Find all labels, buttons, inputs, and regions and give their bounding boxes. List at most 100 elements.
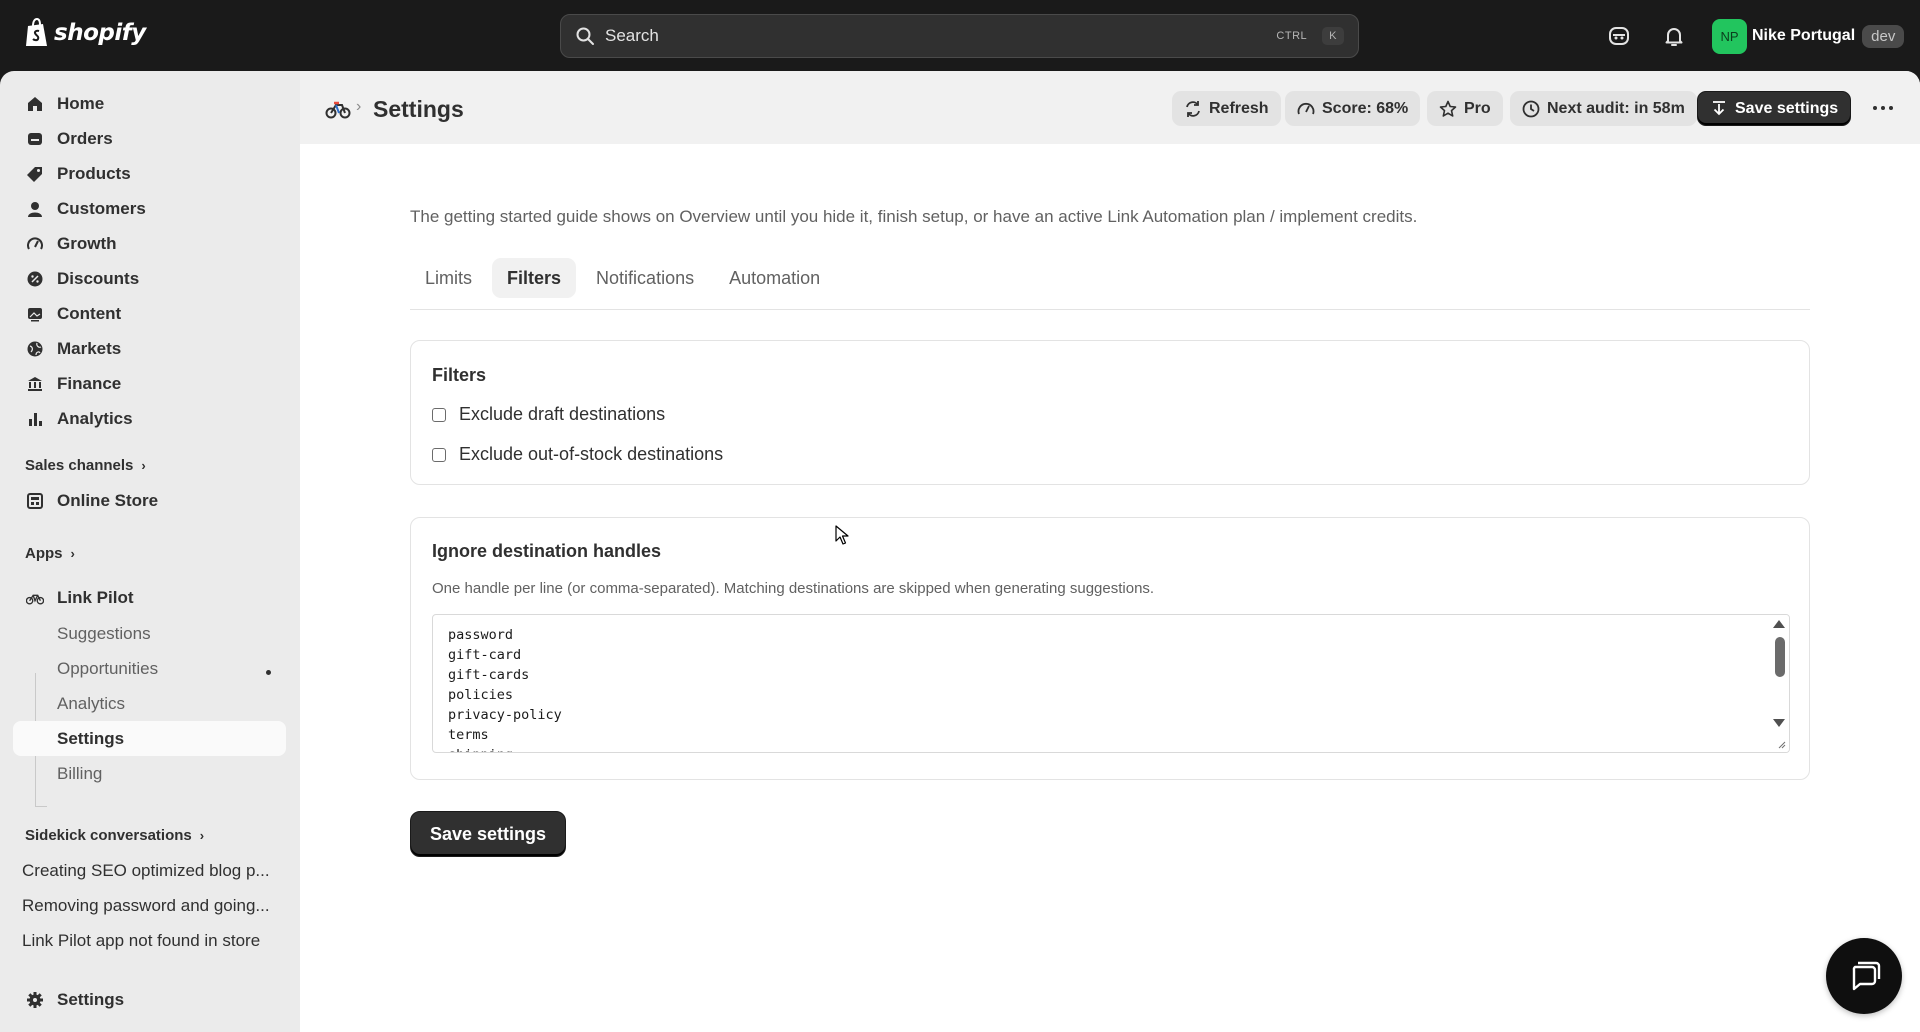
save-settings-header-button[interactable]: Save settings (1697, 91, 1852, 126)
mouse-cursor-icon (835, 525, 849, 545)
pro-button[interactable]: Pro (1427, 91, 1503, 126)
gauge-icon (1297, 102, 1315, 114)
sidebar-item-customers[interactable]: Customers (14, 191, 286, 226)
shopify-logo[interactable]: shopify (24, 18, 146, 48)
store-icon (26, 492, 44, 510)
handle-line: privacy-policy (448, 707, 562, 723)
sidebar-item-label: Growth (57, 233, 117, 253)
sidekick-icon[interactable] (1607, 24, 1631, 48)
refresh-icon (1186, 100, 1200, 117)
handle-line: terms (448, 727, 489, 743)
bar-chart-icon (26, 410, 44, 428)
main-content: › Settings Refresh Score: 68% Pro Next a… (300, 71, 1920, 1032)
exclude-draft-option[interactable]: Exclude draft destinations (432, 404, 665, 425)
link-pilot-app-icon[interactable] (325, 99, 351, 119)
top-bar: shopify Search CTRL K NP Nike Portugal d… (0, 0, 1920, 71)
conversation-item[interactable]: Creating SEO optimized blog p... (22, 861, 282, 881)
tree-elbow (35, 806, 47, 807)
sidebar-item-home[interactable]: Home (14, 86, 286, 121)
sidebar-item-growth[interactable]: Growth (14, 226, 286, 261)
dev-badge: dev (1862, 24, 1905, 48)
search-placeholder: Search (605, 26, 659, 45)
sales-channels-label: Sales channels (25, 457, 134, 474)
shortcut-mod-key: CTRL (1276, 30, 1308, 42)
sidebar-item-label: Settings (57, 989, 125, 1009)
chevron-right-icon: › (141, 458, 146, 473)
handle-line: password (448, 627, 514, 643)
active-item-highlight (13, 721, 286, 756)
bell-icon[interactable] (1662, 24, 1686, 48)
sidebar-item-analytics[interactable]: Analytics (14, 401, 286, 436)
sidebar-item-label: Finance (57, 373, 122, 393)
sidebar-item-link-pilot[interactable]: Link Pilot (14, 580, 286, 615)
sidebar-item-content[interactable]: Content (14, 296, 286, 331)
chat-icon (1852, 961, 1881, 991)
tab-automation[interactable]: Automation (714, 258, 835, 298)
sidebar-item-settings[interactable]: Settings (14, 982, 286, 1017)
sidebar-item-label: Home (57, 93, 105, 113)
sidebar-item-label: Products (57, 163, 131, 183)
pro-label: Pro (1464, 99, 1491, 117)
tab-notifications[interactable]: Notifications (581, 258, 709, 298)
exclude-draft-label: Exclude draft destinations (459, 404, 666, 424)
more-options-icon[interactable] (1871, 98, 1895, 118)
sidebar-subitem-opportunities[interactable]: Opportunities (57, 659, 158, 679)
score-label: Score: 68% (1322, 99, 1409, 117)
unread-dot (266, 670, 271, 675)
refresh-label: Refresh (1209, 99, 1269, 117)
next-audit-button[interactable]: Next audit: in 58m (1510, 91, 1697, 126)
sidekick-conversations-header[interactable]: Sidekick conversations › (25, 827, 204, 844)
person-icon (26, 200, 44, 218)
gear-icon (26, 991, 44, 1009)
download-icon (1713, 100, 1725, 115)
handle-line: gift-card (448, 647, 522, 663)
sales-channels-header[interactable]: Sales channels › (25, 457, 146, 474)
tab-limits[interactable]: Limits (410, 258, 487, 298)
sidebar-item-label: Link Pilot (57, 587, 134, 607)
textarea-scrollbar[interactable] (1771, 615, 1789, 752)
ignore-handles-help: One handle per line (or comma-separated)… (432, 580, 1155, 597)
sidebar-item-finance[interactable]: Finance (14, 366, 286, 401)
exclude-out-of-stock-option[interactable]: Exclude out-of-stock destinations (432, 444, 723, 465)
conversation-item[interactable]: Removing password and going... (22, 896, 282, 916)
conversation-item[interactable]: Link Pilot app not found in store (22, 931, 282, 951)
account-menu[interactable]: NP Nike Portugal dev (1712, 18, 1905, 54)
sidebar-subitem-analytics[interactable]: Analytics (57, 694, 125, 714)
tabs-divider (410, 309, 1810, 310)
globe-icon (26, 340, 44, 358)
refresh-button[interactable]: Refresh (1172, 91, 1281, 126)
ignore-handles-textarea[interactable]: password gift-card gift-cards policies p… (432, 614, 1790, 753)
orders-icon (26, 130, 44, 148)
sidebar-subitem-suggestions[interactable]: Suggestions (57, 624, 151, 644)
sidebar-item-markets[interactable]: Markets (14, 331, 286, 366)
sidebar-item-online-store[interactable]: Online Store (14, 483, 286, 518)
score-button[interactable]: Score: 68% (1285, 91, 1421, 126)
tag-icon (26, 165, 44, 183)
tab-filters[interactable]: Filters (492, 258, 577, 298)
sidebar-item-discounts[interactable]: Discounts (14, 261, 286, 296)
resize-handle-icon[interactable] (1776, 739, 1786, 749)
save-settings-button[interactable]: Save settings (410, 811, 567, 857)
page-header: › Settings Refresh Score: 68% Pro Next a… (300, 71, 1920, 144)
sidebar-subitem-billing[interactable]: Billing (57, 764, 102, 784)
search-input[interactable]: Search CTRL K (560, 14, 1359, 58)
scroll-thumb[interactable] (1775, 637, 1785, 677)
sidebar: Home Orders Products Customers Growth Di… (0, 71, 300, 1032)
exclude-draft-checkbox[interactable] (432, 407, 446, 422)
apps-label: Apps (25, 545, 63, 562)
sidebar-item-products[interactable]: Products (14, 156, 286, 191)
scroll-up-arrow-icon[interactable] (1773, 620, 1785, 628)
chat-button[interactable] (1826, 938, 1902, 1014)
sidebar-item-orders[interactable]: Orders (14, 121, 286, 156)
chevron-right-icon: › (199, 828, 205, 843)
exclude-out-of-stock-checkbox[interactable] (432, 447, 446, 462)
gauge-icon (26, 235, 44, 253)
sidebar-item-label: Analytics (57, 408, 133, 428)
shortcut-key: K (1322, 27, 1344, 45)
intro-text: The getting started guide shows on Overv… (410, 207, 1418, 226)
home-icon (26, 95, 44, 113)
scroll-down-arrow-icon[interactable] (1773, 719, 1785, 727)
logo-text: shopify (54, 20, 146, 46)
apps-header[interactable]: Apps › (25, 545, 75, 562)
sidebar-subitem-settings[interactable]: Settings (57, 729, 124, 749)
